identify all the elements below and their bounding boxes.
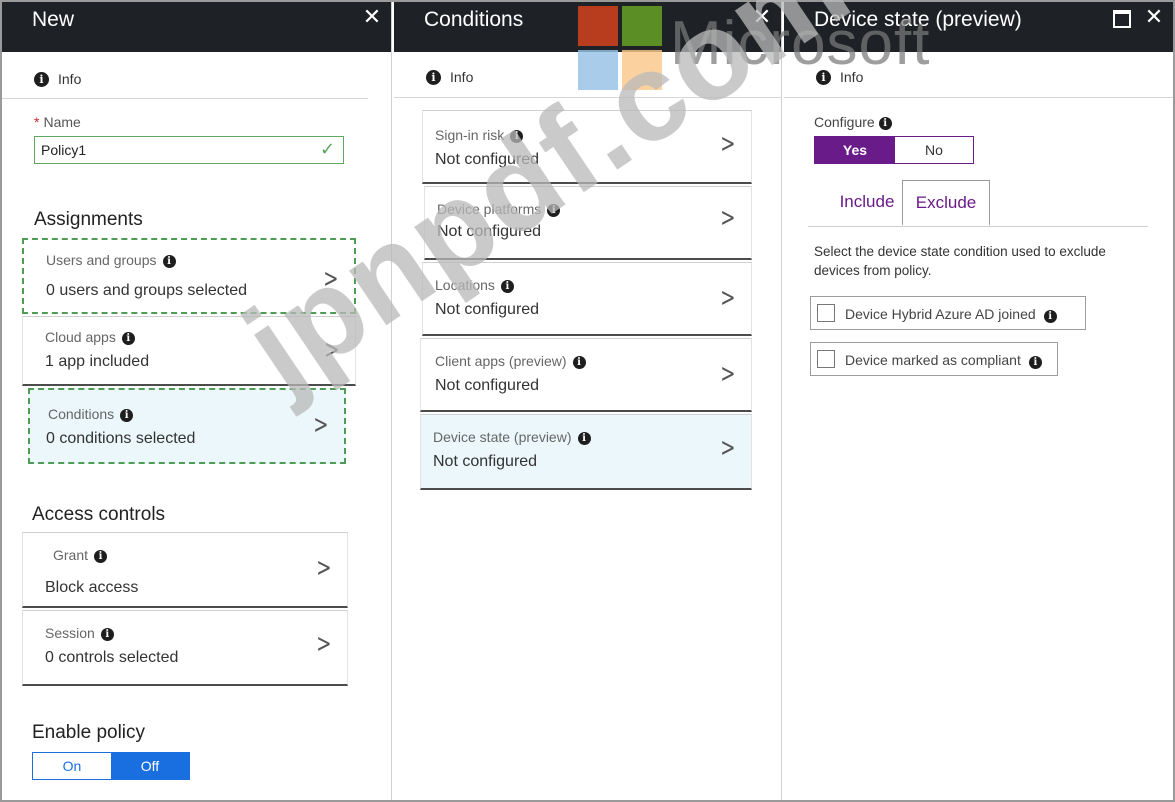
- condition-device-state[interactable]: Device state (preview) i Not configured >: [420, 414, 752, 490]
- chevron-right-icon: >: [316, 629, 332, 659]
- tab-include[interactable]: Include: [822, 180, 912, 226]
- enable-policy-toggle: On Off: [32, 752, 190, 780]
- card-label: Client apps (preview) i: [435, 353, 586, 369]
- chevron-right-icon: >: [316, 553, 332, 583]
- card-label: Device state (preview) i: [433, 429, 591, 445]
- configure-label: Configure i: [814, 114, 892, 130]
- blade-title-new: New: [32, 8, 75, 31]
- condition-locations[interactable]: Locations i Not configured >: [422, 262, 752, 336]
- info-icon: i: [162, 254, 176, 268]
- include-exclude-tabs: Include Exclude: [808, 180, 1148, 227]
- info-icon: i: [577, 431, 591, 445]
- info-icon: i: [878, 116, 892, 130]
- maximize-icon[interactable]: [1111, 6, 1133, 28]
- info-icon: i: [1028, 356, 1042, 369]
- condition-sign-in-risk[interactable]: Sign-in risk i Not configured >: [422, 110, 752, 184]
- option-label: Device marked as compliant i: [845, 352, 1042, 369]
- info-icon: i: [572, 355, 586, 369]
- chevron-right-icon: >: [720, 433, 736, 463]
- condition-client-apps[interactable]: Client apps (preview) i Not configured >: [420, 338, 752, 412]
- option-label: Device Hybrid Azure AD joined i: [845, 306, 1057, 323]
- name-input[interactable]: [34, 136, 344, 164]
- configure-no-option[interactable]: No: [895, 137, 973, 163]
- info-icon: i: [1043, 310, 1057, 323]
- card-label: Session i: [45, 625, 114, 641]
- blade-new: New ✕ i Info *Name ✓ Assignments Users a…: [2, 2, 392, 800]
- chevron-right-icon: >: [313, 410, 329, 440]
- card-value: Not configured: [435, 301, 540, 318]
- info-link-new[interactable]: i Info: [2, 58, 391, 98]
- card-label: Device platforms i: [437, 201, 561, 217]
- card-value: 0 conditions selected: [46, 430, 196, 447]
- chevron-right-icon: >: [323, 264, 339, 294]
- info-icon: i: [100, 627, 114, 641]
- condition-device-platforms[interactable]: Device platforms i Not configured >: [424, 186, 752, 260]
- assignments-title: Assignments: [34, 209, 143, 230]
- divider: [784, 97, 1173, 98]
- assignment-cloud-apps[interactable]: Cloud apps i 1 app included >: [22, 316, 356, 386]
- card-value: Not configured: [435, 151, 540, 168]
- card-label: Conditions i: [48, 406, 134, 422]
- assignment-users-and-groups[interactable]: Users and groups i 0 users and groups sel…: [22, 238, 356, 314]
- card-label: Locations i: [435, 277, 514, 293]
- blade-header-new: New ✕: [2, 2, 391, 52]
- chevron-right-icon: >: [720, 283, 736, 313]
- card-value: 0 controls selected: [45, 649, 179, 666]
- info-icon: i: [510, 129, 524, 143]
- info-icon: i: [500, 279, 514, 293]
- blade-device-state: Device state (preview) ✕ i Info Configur…: [784, 2, 1173, 800]
- card-value: Not configured: [435, 377, 540, 394]
- info-label: Info: [58, 71, 82, 87]
- info-icon: i: [120, 408, 134, 422]
- info-icon: i: [121, 331, 135, 345]
- chevron-right-icon: >: [324, 335, 340, 365]
- divider: [394, 97, 782, 98]
- info-label: Info: [450, 69, 474, 85]
- microsoft-logo-icon: [578, 6, 664, 90]
- assignment-conditions[interactable]: Conditions i 0 conditions selected >: [28, 388, 346, 464]
- close-icon[interactable]: ✕: [1143, 6, 1165, 28]
- access-control-grant[interactable]: Grant i Block access >: [22, 532, 348, 608]
- name-label: * Name: [34, 114, 81, 130]
- checkbox[interactable]: [817, 304, 835, 322]
- enable-on-option[interactable]: On: [33, 753, 111, 779]
- configure-toggle: Yes No: [814, 136, 974, 164]
- access-control-session[interactable]: Session i 0 controls selected >: [22, 610, 348, 686]
- enable-off-option[interactable]: Off: [111, 753, 189, 779]
- blade-title-conditions: Conditions: [424, 8, 524, 31]
- microsoft-brand-text: Microsoft: [670, 9, 931, 78]
- card-value: Not configured: [433, 453, 538, 470]
- blade-conditions: Conditions ✕ i Info Sign-in risk i Not co…: [394, 2, 782, 800]
- card-value: Not configured: [437, 223, 542, 240]
- card-value: 0 users and groups selected: [46, 282, 248, 299]
- option-hybrid-azure-ad-joined[interactable]: Device Hybrid Azure AD joined i: [810, 296, 1086, 330]
- info-icon: i: [426, 70, 441, 85]
- check-icon: ✓: [320, 139, 336, 159]
- tab-exclude[interactable]: Exclude: [902, 180, 990, 226]
- configure-yes-option[interactable]: Yes: [815, 137, 895, 163]
- exclude-description: Select the device state condition used t…: [814, 244, 1106, 278]
- info-icon: i: [34, 72, 49, 87]
- option-marked-as-compliant[interactable]: Device marked as compliant i: [810, 342, 1058, 376]
- access-controls-title: Access controls: [32, 504, 166, 525]
- divider: [2, 98, 368, 99]
- chevron-right-icon: >: [720, 129, 736, 159]
- card-value: Block access: [45, 579, 139, 596]
- info-icon: i: [547, 203, 561, 217]
- close-icon[interactable]: ✕: [361, 6, 383, 28]
- chevron-right-icon: >: [720, 359, 736, 389]
- card-label: Sign-in risk i: [435, 127, 524, 143]
- card-value: 1 app included: [45, 353, 150, 370]
- enable-policy-title: Enable policy: [32, 722, 146, 743]
- card-label: Users and groups i: [46, 252, 176, 268]
- card-label: Cloud apps i: [45, 329, 135, 345]
- card-label: Grant i: [53, 547, 108, 563]
- info-icon: i: [94, 549, 108, 563]
- checkbox[interactable]: [817, 350, 835, 368]
- chevron-right-icon: >: [720, 203, 736, 233]
